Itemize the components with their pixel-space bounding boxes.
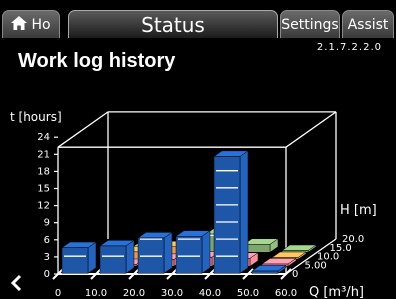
bar [251,264,287,274]
frame-line [57,111,109,148]
x-axis-label: Q [m³/h] [309,285,364,299]
y-tick-label: 15 [37,184,50,195]
z-tick-label: 0 [292,269,298,280]
y-tick-label: 12 [37,201,50,212]
z-tick-label: 20.0 [342,234,364,245]
bar-side [163,231,173,274]
bar [99,239,135,274]
y-tick-label: 0 [44,269,50,280]
y-tick-label: 6 [44,235,50,246]
bar [281,244,317,253]
bar [243,238,279,253]
bar-front [175,236,203,274]
bar [261,257,297,267]
chart-bars [61,150,317,274]
bar [175,230,211,274]
x-tick-label: 10.0 [85,288,107,299]
back-button[interactable] [9,274,31,296]
y-tick-label: 9 [44,218,50,229]
x-tick-label: 0 [55,288,61,299]
y-tick-label: 3 [44,252,50,263]
bar [61,241,97,274]
y-tick-label: 18 [37,166,50,177]
bar-front [251,270,279,274]
frame-line [285,111,337,148]
bar [137,231,173,274]
bar-front [61,247,89,274]
y-tick-label: 24 [37,132,50,143]
x-tick-label: 60.0 [275,288,297,299]
bar-side [239,150,249,274]
y-axis-label: t [hours] [10,110,62,124]
x-tick-label: 40.0 [199,288,221,299]
x-tick-label: 20.0 [123,288,145,299]
x-tick-label: 30.0 [161,288,183,299]
bar [213,150,249,274]
z-axis-label: H [m] [340,203,377,218]
chevron-left-icon [10,274,22,292]
work-log-chart: 0 3 6 9 12 15 18 21 24 0 10.0 20.0 30.0 40.0 50.0 60.0 0… [10,110,377,299]
y-tick-label: 21 [37,149,50,160]
bar-side [201,230,211,274]
x-tick-label: 50.0 [237,288,259,299]
bar-front [99,245,127,274]
